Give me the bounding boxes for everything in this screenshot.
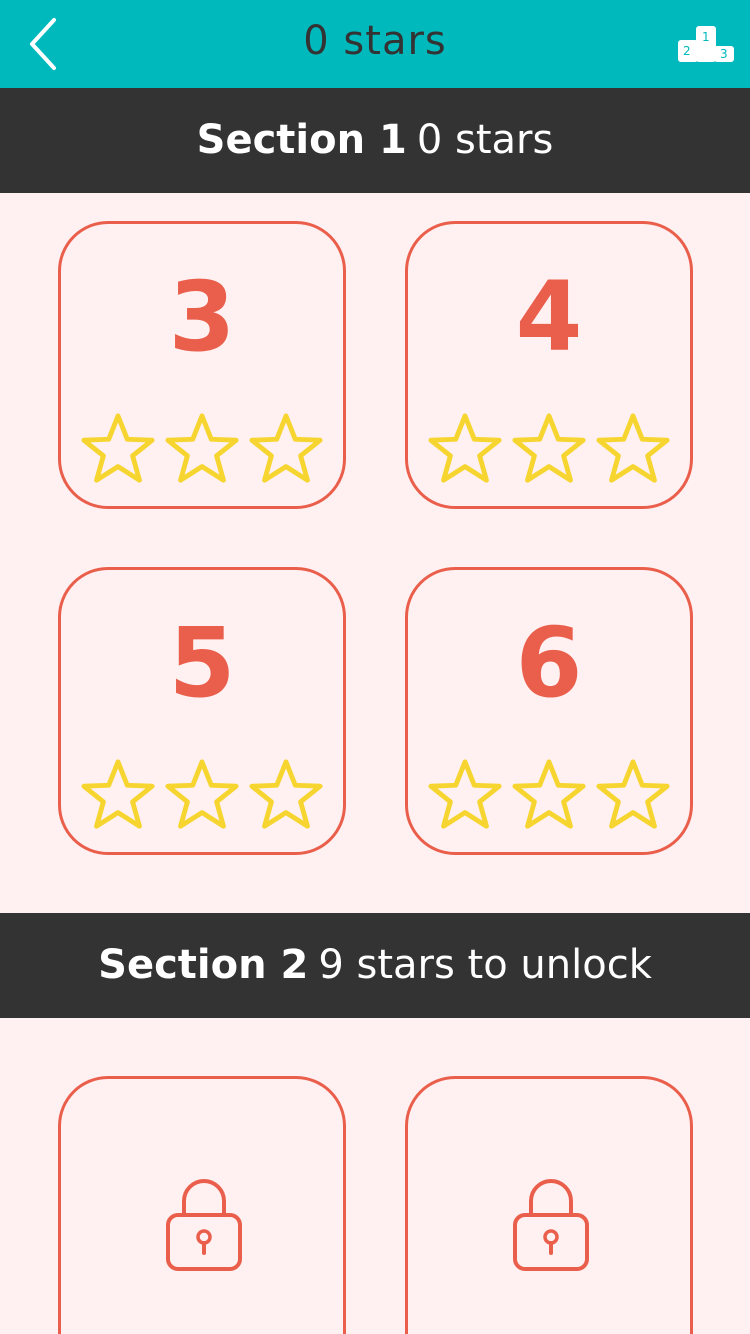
locked-level-tile[interactable] (58, 1076, 346, 1334)
star-outline-icon (165, 759, 239, 829)
star-outline-icon (428, 413, 502, 483)
page-title: 0 stars (303, 18, 447, 64)
star-outline-icon (428, 759, 502, 829)
level-stars (61, 410, 343, 490)
level-stars (61, 756, 343, 836)
podium-label-1: 1 (702, 30, 710, 44)
section-2-title: Section 2 (98, 942, 309, 988)
level-number: 5 (168, 607, 236, 719)
locked-level-tile[interactable] (405, 1076, 693, 1334)
star-outline-icon (165, 413, 239, 483)
star-outline-icon (249, 413, 323, 483)
level-number: 6 (515, 607, 583, 719)
star-outline-icon (512, 413, 586, 483)
level-stars (408, 756, 690, 836)
level-number: 3 (168, 261, 236, 373)
level-tile-4[interactable]: 4 (405, 221, 693, 509)
padlock-icon (166, 1179, 242, 1271)
section-2-unlock-requirement: 9 stars to unlock (318, 942, 652, 988)
podium-label-2: 2 (683, 44, 691, 58)
star-outline-icon (512, 759, 586, 829)
level-tile-3[interactable]: 3 (58, 221, 346, 509)
section-1-stars: 0 stars (416, 117, 554, 163)
padlock-icon (513, 1179, 589, 1271)
section-2-header: Section 29 stars to unlock (0, 913, 750, 1018)
level-stars (408, 410, 690, 490)
top-bar: 0 stars 1 2 3 (0, 0, 750, 88)
level-number: 4 (515, 261, 583, 373)
star-outline-icon (596, 413, 670, 483)
level-tile-6[interactable]: 6 (405, 567, 693, 855)
star-outline-icon (596, 759, 670, 829)
star-outline-icon (81, 413, 155, 483)
leaderboard-button[interactable]: 1 2 3 (676, 24, 736, 64)
star-outline-icon (249, 759, 323, 829)
podium-label-3: 3 (720, 47, 728, 61)
section-1-title: Section 1 (196, 117, 407, 163)
star-outline-icon (81, 759, 155, 829)
section-1-header: Section 10 stars (0, 88, 750, 193)
level-tile-5[interactable]: 5 (58, 567, 346, 855)
